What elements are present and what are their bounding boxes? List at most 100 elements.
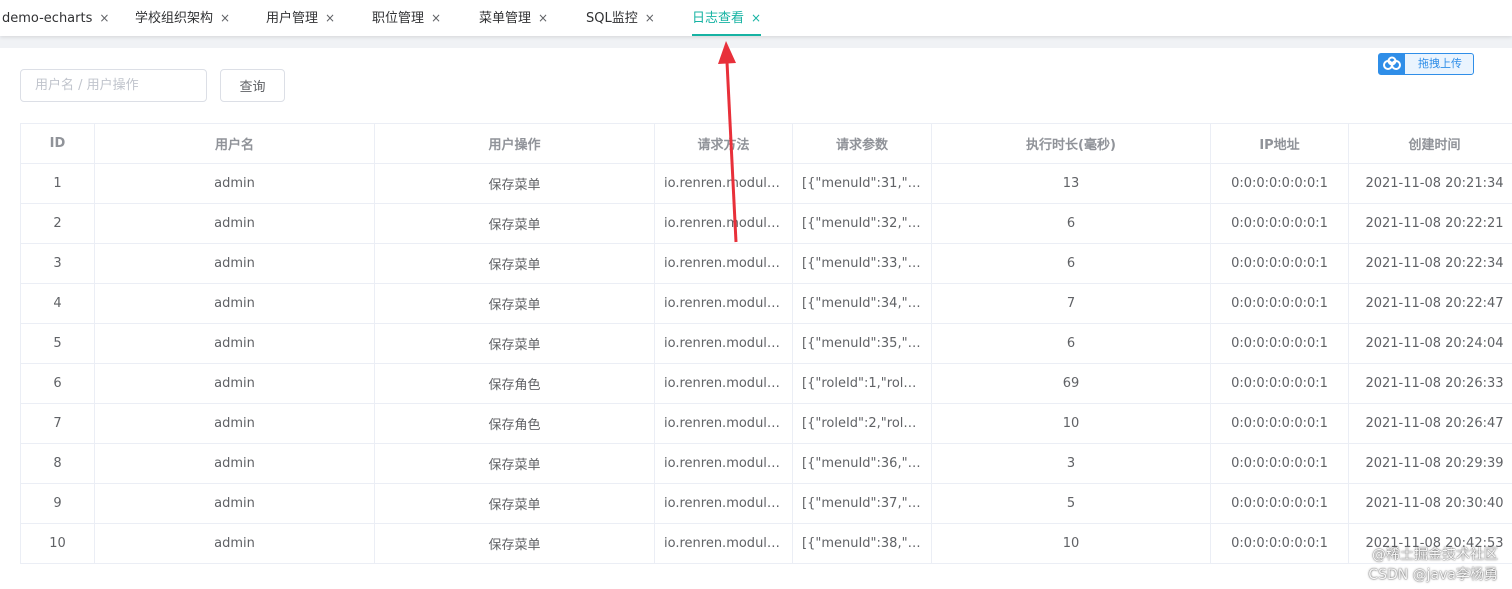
tab-school-org[interactable]: 学校组织架构 ×: [135, 0, 230, 36]
column-header-method[interactable]: 请求方法: [654, 123, 793, 164]
table-row[interactable]: 1 admin 保存菜单 io.renren.modules.sys.contr…: [20, 163, 1512, 204]
cell-id: 6: [20, 363, 95, 404]
column-header-params[interactable]: 请求参数: [792, 123, 932, 164]
column-header-username[interactable]: 用户名: [94, 123, 375, 164]
cell-created-time: 2021-11-08 20:26:33: [1348, 363, 1512, 404]
cell-created-time: 2021-11-08 20:26:47: [1348, 403, 1512, 444]
cell-id: 8: [20, 443, 95, 484]
cell-params: [{"menuId":32,"parentId":0}]: [792, 203, 932, 244]
tab-demo-echarts[interactable]: demo-echarts ×: [2, 0, 109, 36]
cell-method: io.renren.modules.sys.controller.SysMenu…: [654, 523, 793, 564]
cell-id: 9: [20, 483, 95, 524]
cell-created-time: 2021-11-08 20:22:21: [1348, 203, 1512, 244]
cell-duration: 5: [931, 483, 1211, 524]
cell-method: io.renren.modules.sys.controller.SysMenu…: [654, 163, 793, 204]
cell-duration: 7: [931, 283, 1211, 324]
close-icon[interactable]: ×: [751, 0, 761, 36]
column-header-ip[interactable]: IP地址: [1210, 123, 1349, 164]
cell-created-time: 2021-11-08 20:22:34: [1348, 243, 1512, 284]
cell-duration: 10: [931, 403, 1211, 444]
cell-id: 5: [20, 323, 95, 364]
cell-operation: 保存角色: [374, 403, 655, 444]
upload-label: 拖拽上传: [1418, 57, 1462, 70]
column-header-created-time[interactable]: 创建时间: [1348, 123, 1512, 164]
tab-label: 职位管理: [372, 11, 425, 26]
cell-id: 10: [20, 523, 95, 564]
close-icon[interactable]: ×: [538, 0, 548, 36]
cell-username: admin: [94, 323, 375, 364]
tab-label: 用户管理: [266, 11, 319, 26]
cell-created-time: 2021-11-08 20:22:47: [1348, 283, 1512, 324]
cell-method: io.renren.modules.sys.controller.SysMenu…: [654, 323, 793, 364]
column-header-operation[interactable]: 用户操作: [374, 123, 655, 164]
cell-duration: 6: [931, 203, 1211, 244]
cell-username: admin: [94, 403, 375, 444]
cell-params: [{"menuId":37,"parentId":0}]: [792, 483, 932, 524]
close-icon[interactable]: ×: [431, 0, 441, 36]
table-row[interactable]: 3 admin 保存菜单 io.renren.modules.sys.contr…: [20, 243, 1512, 284]
tab-label: demo-echarts: [2, 11, 93, 26]
tab-log-view[interactable]: 日志查看 ×: [692, 0, 762, 36]
cell-method: io.renren.modules.sys.controller.SysMenu…: [654, 443, 793, 484]
tab-position-management[interactable]: 职位管理 ×: [372, 0, 441, 36]
cell-username: admin: [94, 163, 375, 204]
cell-created-time: 2021-11-08 20:21:34: [1348, 163, 1512, 204]
cell-ip: 0:0:0:0:0:0:0:1: [1210, 363, 1349, 404]
cell-duration: 13: [931, 163, 1211, 204]
query-button[interactable]: 查询: [220, 69, 285, 102]
cell-username: admin: [94, 283, 375, 324]
close-icon[interactable]: ×: [99, 0, 109, 36]
cell-ip: 0:0:0:0:0:0:0:1: [1210, 203, 1349, 244]
cell-created-time: 2021-11-08 20:29:39: [1348, 443, 1512, 484]
table-row[interactable]: 7 admin 保存角色 io.renren.modules.sys.contr…: [20, 403, 1512, 444]
table-row[interactable]: 10 admin 保存菜单 io.renren.modules.sys.cont…: [20, 523, 1512, 564]
search-input[interactable]: [20, 69, 207, 102]
close-icon[interactable]: ×: [645, 0, 655, 36]
drag-upload-widget[interactable]: 拖拽上传: [1378, 53, 1474, 75]
table-row[interactable]: 2 admin 保存菜单 io.renren.modules.sys.contr…: [20, 203, 1512, 244]
cell-operation: 保存角色: [374, 363, 655, 404]
cell-username: admin: [94, 203, 375, 244]
cell-id: 2: [20, 203, 95, 244]
tab-label: 学校组织架构: [135, 11, 214, 26]
cell-username: admin: [94, 443, 375, 484]
cell-params: [{"menuId":33,"parentId":0}]: [792, 243, 932, 284]
cell-username: admin: [94, 243, 375, 284]
table-row[interactable]: 8 admin 保存菜单 io.renren.modules.sys.contr…: [20, 443, 1512, 484]
cell-params: [{"roleId":2,"roleName":""}]: [792, 403, 932, 444]
cell-username: admin: [94, 523, 375, 564]
cell-method: io.renren.modules.sys.controller.SysMenu…: [654, 483, 793, 524]
cell-created-time: 2021-11-08 20:30:40: [1348, 483, 1512, 524]
close-icon[interactable]: ×: [220, 0, 230, 36]
table-row[interactable]: 9 admin 保存菜单 io.renren.modules.sys.contr…: [20, 483, 1512, 524]
table-row[interactable]: 6 admin 保存角色 io.renren.modules.sys.contr…: [20, 363, 1512, 404]
cell-method: io.renren.modules.sys.controller.SysRole…: [654, 363, 793, 404]
tab-menu-management[interactable]: 菜单管理 ×: [479, 0, 548, 36]
cell-ip: 0:0:0:0:0:0:0:1: [1210, 163, 1349, 204]
cell-duration: 69: [931, 363, 1211, 404]
close-icon[interactable]: ×: [325, 0, 335, 36]
cell-params: [{"menuId":35,"parentId":0}]: [792, 323, 932, 364]
tab-sql-monitor[interactable]: SQL监控 ×: [586, 0, 655, 36]
cell-id: 3: [20, 243, 95, 284]
cell-ip: 0:0:0:0:0:0:0:1: [1210, 403, 1349, 444]
cell-operation: 保存菜单: [374, 163, 655, 204]
cell-params: [{"roleId":1,"roleName":""}]: [792, 363, 932, 404]
cell-operation: 保存菜单: [374, 523, 655, 564]
log-table: ID 用户名 用户操作 请求方法 请求参数 执行时长(毫秒) IP地址 创建时间…: [20, 123, 1512, 564]
column-header-duration[interactable]: 执行时长(毫秒): [931, 123, 1211, 164]
cell-params: [{"menuId":36,"parentId":0}]: [792, 443, 932, 484]
column-header-id[interactable]: ID: [20, 123, 95, 164]
cell-duration: 6: [931, 243, 1211, 284]
table-row[interactable]: 4 admin 保存菜单 io.renren.modules.sys.contr…: [20, 283, 1512, 324]
cell-params: [{"menuId":34,"parentId":0}]: [792, 283, 932, 324]
cell-operation: 保存菜单: [374, 203, 655, 244]
cell-operation: 保存菜单: [374, 243, 655, 284]
tab-label: SQL监控: [586, 11, 638, 26]
cell-ip: 0:0:0:0:0:0:0:1: [1210, 483, 1349, 524]
table-row[interactable]: 5 admin 保存菜单 io.renren.modules.sys.contr…: [20, 323, 1512, 364]
cell-operation: 保存菜单: [374, 283, 655, 324]
cell-method: io.renren.modules.sys.controller.SysMenu…: [654, 203, 793, 244]
tab-user-management[interactable]: 用户管理 ×: [266, 0, 335, 36]
cell-method: io.renren.modules.sys.controller.SysMenu…: [654, 283, 793, 324]
